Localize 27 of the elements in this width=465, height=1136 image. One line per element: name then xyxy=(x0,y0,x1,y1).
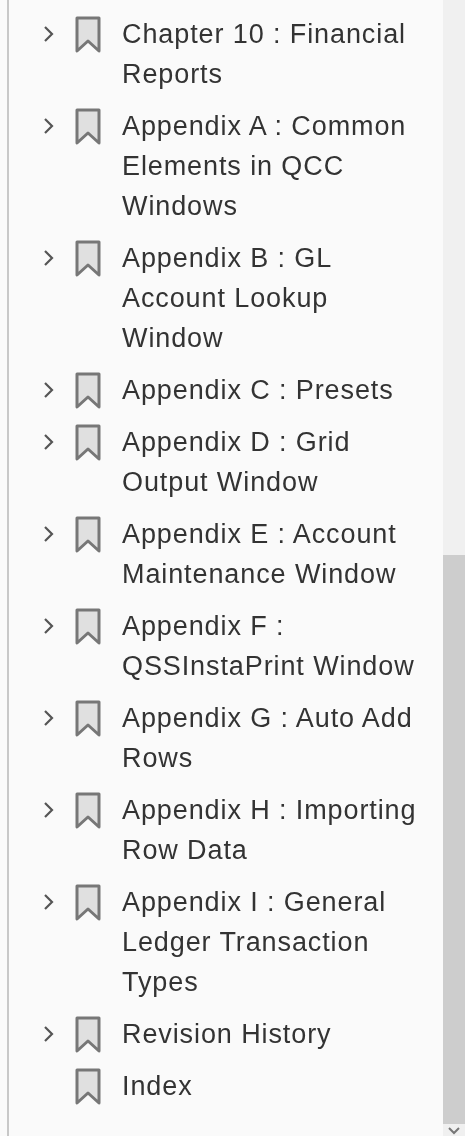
bookmark-item[interactable]: Chapter 10 : Financial Reports xyxy=(122,14,437,94)
bookmark-icon xyxy=(75,1068,101,1106)
scrollbar-thumb[interactable] xyxy=(443,555,465,1124)
bookmark-icon xyxy=(75,240,101,278)
bookmark-icon xyxy=(75,792,101,830)
bookmark-item[interactable]: Index xyxy=(122,1066,437,1106)
bookmark-icon xyxy=(75,700,101,738)
bookmark-item[interactable]: Appendix C : Presets xyxy=(122,370,437,410)
bookmark-item[interactable]: Appendix B : GL Account Lookup Window xyxy=(122,238,437,358)
bookmark-icon xyxy=(75,516,101,554)
bookmark-item[interactable]: Appendix G : Auto Add Rows xyxy=(122,698,437,778)
bookmark-icon xyxy=(75,884,101,922)
bookmark-item[interactable]: Appendix I : General Ledger Transaction Types xyxy=(122,882,437,1002)
bookmark-icon xyxy=(75,1016,101,1054)
bookmark-item[interactable]: Appendix H : Importing Row Data xyxy=(122,790,437,870)
bookmark-icon xyxy=(75,108,101,146)
bookmark-item[interactable]: Appendix D : Grid Output Window xyxy=(122,422,437,502)
bookmark-item[interactable]: Revision History xyxy=(122,1014,437,1054)
bookmark-item[interactable]: Appendix E : Account Maintenance Window xyxy=(122,514,437,594)
bookmark-icon xyxy=(75,608,101,646)
bookmark-icon xyxy=(75,16,101,54)
bookmark-icon xyxy=(75,424,101,462)
bookmark-item[interactable]: Appendix A : Common Elements in QCC Windows xyxy=(122,106,437,226)
scrollbar[interactable] xyxy=(443,0,465,1136)
scroll-down-icon[interactable] xyxy=(447,1126,461,1136)
bookmark-icon xyxy=(75,372,101,410)
bookmark-item[interactable]: Appendix F : QSSInstaPrint Window xyxy=(122,606,437,686)
